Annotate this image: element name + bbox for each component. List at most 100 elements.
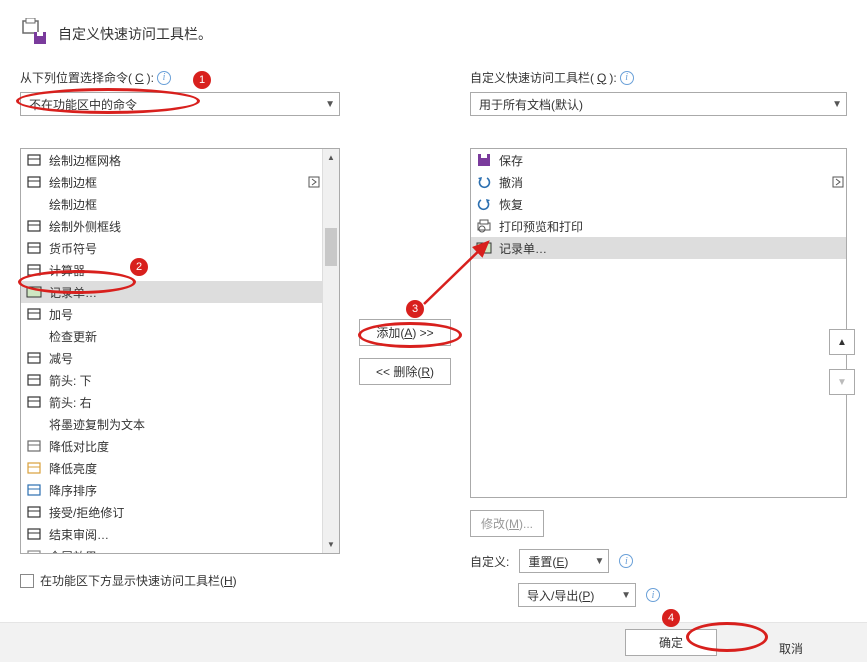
command-icon bbox=[26, 328, 42, 344]
command-label: 绘制外侧框线 bbox=[49, 218, 322, 235]
customize-qat-select[interactable]: 用于所有文档(默认) ▼ bbox=[470, 92, 847, 116]
ok-button[interactable]: 确定 bbox=[625, 629, 717, 656]
modify-button[interactable]: 修改(M)... bbox=[470, 510, 544, 537]
command-icon bbox=[476, 240, 492, 256]
reset-select[interactable]: 重置(E) ▼ bbox=[519, 549, 609, 573]
command-icon bbox=[476, 196, 492, 212]
command-label: 减号 bbox=[49, 350, 322, 367]
list-item[interactable]: 绘制边框 bbox=[21, 193, 322, 215]
command-label: 检查更新 bbox=[49, 328, 322, 345]
list-item[interactable]: 金属效果 bbox=[21, 545, 322, 554]
customizations-label: 自定义: bbox=[470, 553, 509, 570]
command-icon bbox=[26, 482, 42, 498]
command-icon bbox=[26, 548, 42, 554]
command-label: 箭头: 下 bbox=[49, 372, 322, 389]
scroll-up-icon[interactable]: ▲ bbox=[323, 149, 339, 166]
import-export-select[interactable]: 导入/导出(P) ▼ bbox=[518, 583, 636, 607]
info-icon: i bbox=[646, 588, 660, 602]
command-label: 保存 bbox=[499, 152, 846, 169]
customize-qat-select-value: 用于所有文档(默认) bbox=[479, 96, 583, 113]
command-icon bbox=[476, 218, 492, 234]
list-item[interactable]: 箭头: 右 bbox=[21, 391, 322, 413]
show-below-ribbon-label: 在功能区下方显示快速访问工具栏(H) bbox=[40, 572, 237, 589]
list-item[interactable]: 降低亮度 bbox=[21, 457, 322, 479]
scroll-thumb[interactable] bbox=[325, 228, 337, 266]
submenu-icon bbox=[306, 174, 322, 190]
list-item[interactable]: 绘制边框 bbox=[21, 171, 322, 193]
list-item[interactable]: 箭头: 下 bbox=[21, 369, 322, 391]
qat-list[interactable]: 保存 撤消 恢复 打印预览和打印 记录单… bbox=[470, 148, 847, 498]
command-icon bbox=[26, 284, 42, 300]
command-icon bbox=[26, 174, 42, 190]
command-icon bbox=[26, 416, 42, 432]
command-icon bbox=[26, 460, 42, 476]
command-icon bbox=[476, 152, 492, 168]
list-item[interactable]: 打印预览和打印 bbox=[471, 215, 846, 237]
chevron-down-icon: ▼ bbox=[621, 590, 631, 601]
commands-list[interactable]: 绘制边框网格 绘制边框 绘制边框 绘制外侧框线 货币符号 计算器 记录单… 加号 bbox=[20, 148, 340, 554]
chevron-down-icon: ▼ bbox=[325, 99, 335, 110]
list-item[interactable]: 绘制边框网格 bbox=[21, 149, 322, 171]
list-item[interactable]: 撤消 bbox=[471, 171, 846, 193]
command-label: 绘制边框网格 bbox=[49, 152, 322, 169]
choose-commands-label: 从下列位置选择命令(C): i bbox=[20, 69, 340, 86]
page-title: 自定义快速访问工具栏。 bbox=[58, 24, 212, 44]
printer-save-icon bbox=[20, 18, 48, 49]
list-item[interactable]: 计算器 bbox=[21, 259, 322, 281]
list-item[interactable]: 降序排序 bbox=[21, 479, 322, 501]
customize-qat-label: 自定义快速访问工具栏(Q): i bbox=[470, 69, 847, 86]
command-label: 箭头: 右 bbox=[49, 394, 322, 411]
command-icon bbox=[26, 196, 42, 212]
list-item[interactable]: 检查更新 bbox=[21, 325, 322, 347]
command-label: 将墨迹复制为文本 bbox=[49, 416, 322, 433]
add-button[interactable]: 添加(A) >> bbox=[359, 319, 451, 346]
list-item[interactable]: 恢复 bbox=[471, 193, 846, 215]
submenu-icon bbox=[830, 174, 846, 190]
command-icon bbox=[26, 438, 42, 454]
chevron-down-icon: ▼ bbox=[832, 99, 842, 110]
scrollbar[interactable]: ▲ ▼ bbox=[322, 149, 339, 553]
command-icon bbox=[26, 504, 42, 520]
list-item[interactable]: 货币符号 bbox=[21, 237, 322, 259]
command-label: 降低对比度 bbox=[49, 438, 322, 455]
command-label: 打印预览和打印 bbox=[499, 218, 846, 235]
list-item[interactable]: 保存 bbox=[471, 149, 846, 171]
list-item[interactable]: 记录单… bbox=[471, 237, 846, 259]
choose-commands-select[interactable]: 不在功能区中的命令 ▼ bbox=[20, 92, 340, 116]
move-up-button[interactable]: ▲ bbox=[829, 329, 855, 355]
command-icon bbox=[26, 152, 42, 168]
move-down-button[interactable]: ▼ bbox=[829, 369, 855, 395]
list-item[interactable]: 降低对比度 bbox=[21, 435, 322, 457]
list-item[interactable]: 减号 bbox=[21, 347, 322, 369]
list-item[interactable]: 将墨迹复制为文本 bbox=[21, 413, 322, 435]
cancel-button[interactable]: 取消 bbox=[745, 636, 837, 661]
command-label: 绘制边框 bbox=[49, 196, 322, 213]
command-label: 结束审阅… bbox=[49, 526, 322, 543]
command-label: 降序排序 bbox=[49, 482, 322, 499]
command-icon bbox=[26, 240, 42, 256]
command-label: 计算器 bbox=[49, 262, 322, 279]
command-label: 加号 bbox=[49, 306, 322, 323]
list-item[interactable]: 结束审阅… bbox=[21, 523, 322, 545]
list-item[interactable]: 绘制外侧框线 bbox=[21, 215, 322, 237]
list-item[interactable]: 接受/拒绝修订 bbox=[21, 501, 322, 523]
info-icon: i bbox=[620, 71, 634, 85]
command-label: 绘制边框 bbox=[49, 174, 299, 191]
command-icon bbox=[26, 394, 42, 410]
info-icon: i bbox=[619, 554, 633, 568]
command-label: 货币符号 bbox=[49, 240, 322, 257]
info-icon: i bbox=[157, 71, 171, 85]
command-label: 记录单… bbox=[49, 284, 322, 301]
list-item[interactable]: 加号 bbox=[21, 303, 322, 325]
command-icon bbox=[26, 350, 42, 366]
scroll-down-icon[interactable]: ▼ bbox=[323, 536, 339, 553]
header: 自定义快速访问工具栏。 bbox=[20, 18, 847, 49]
show-below-ribbon-checkbox[interactable] bbox=[20, 574, 34, 588]
command-label: 恢复 bbox=[499, 196, 846, 213]
command-icon bbox=[26, 526, 42, 542]
remove-button[interactable]: << 删除(R) bbox=[359, 358, 451, 385]
chevron-down-icon: ▼ bbox=[594, 556, 604, 567]
list-item[interactable]: 记录单… bbox=[21, 281, 322, 303]
command-label: 撤消 bbox=[499, 174, 823, 191]
command-icon bbox=[26, 372, 42, 388]
